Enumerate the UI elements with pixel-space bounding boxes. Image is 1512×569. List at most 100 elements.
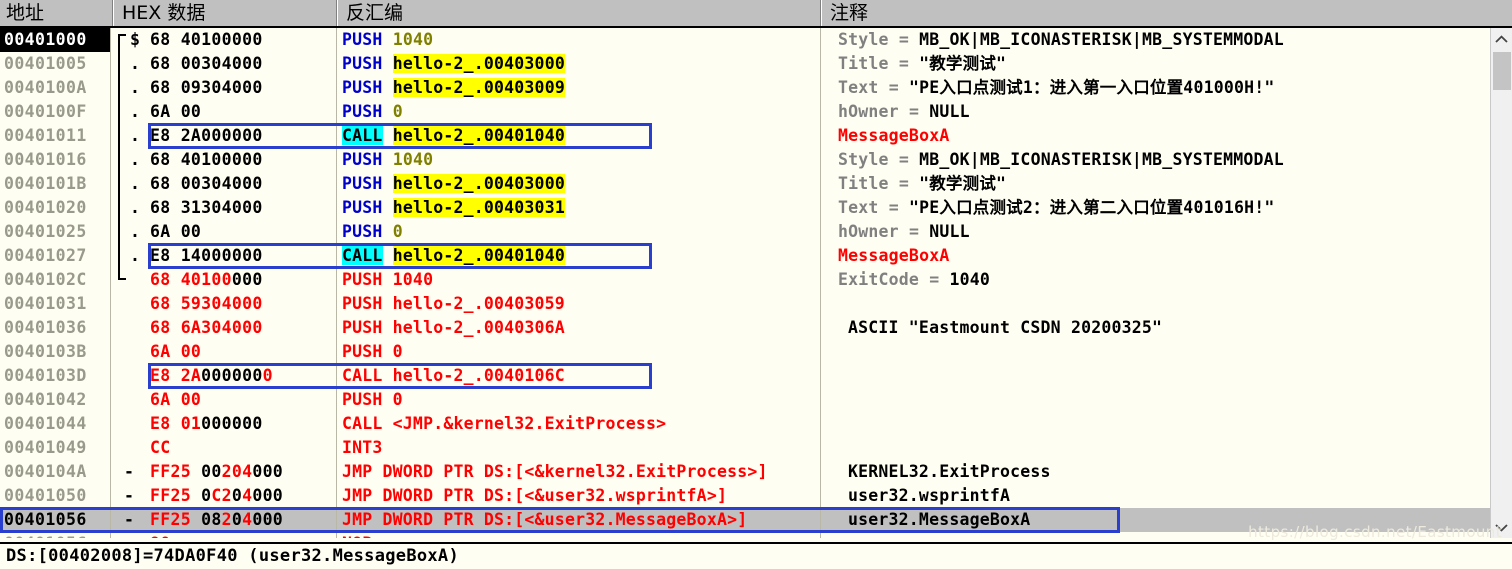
row-divider-2 <box>336 484 337 508</box>
scroll-up-button[interactable] <box>1491 28 1512 50</box>
column-header-hex[interactable]: HEX 数据 <box>116 0 336 26</box>
table-row[interactable]: 0040100F . 6A 00 PUSH 0 hOwner = NULL <box>0 100 1490 124</box>
row-address: 0040101B <box>4 174 87 193</box>
row-divider-1 <box>110 244 111 268</box>
row-divider-2 <box>336 148 337 172</box>
row-address: 00401016 <box>4 150 87 169</box>
row-divider-1 <box>110 268 111 292</box>
row-comment: hOwner = NULL <box>838 222 970 241</box>
row-disassembly: JMP DWORD PTR DS:[<&user32.MessageBoxA>] <box>342 510 748 529</box>
row-divider-2 <box>336 172 337 196</box>
row-hex: 68 09304000 <box>150 78 263 97</box>
row-divider-1 <box>110 388 111 412</box>
row-hex: 6A 00 <box>150 390 202 409</box>
row-divider-2 <box>336 388 337 412</box>
row-divider-1 <box>110 508 111 532</box>
row-divider-3 <box>820 220 821 244</box>
row-divider-2 <box>336 124 337 148</box>
table-row[interactable]: 00401025 . 6A 00 PUSH 0 hOwner = NULL <box>0 220 1490 244</box>
row-disassembly: PUSH 1040 <box>342 30 434 49</box>
row-divider-3 <box>820 412 821 436</box>
row-divider-3 <box>820 148 821 172</box>
row-divider-1 <box>110 100 111 124</box>
row-comment <box>838 364 1488 388</box>
row-divider-3 <box>820 532 821 538</box>
row-divider-2 <box>336 244 337 268</box>
table-row[interactable]: 0040101B . 68 00304000 PUSH hello-2_.004… <box>0 172 1490 196</box>
row-disassembly: CALL hello-2_.00401040 <box>342 126 565 145</box>
table-row[interactable]: 0040103B 6A 00 PUSH 0 <box>0 340 1490 364</box>
row-divider-2 <box>336 292 337 316</box>
table-row[interactable]: 00401049 CC INT3 <box>0 436 1490 460</box>
scrollbar-thumb[interactable] <box>1493 52 1511 90</box>
row-comment: Text = "PE入口点测试2：进入第二入口位置401016H!" <box>838 198 1275 217</box>
row-divider-1 <box>110 460 111 484</box>
header-separator-1[interactable] <box>112 0 114 26</box>
column-header-disassembly[interactable]: 反汇编 <box>340 0 820 26</box>
vertical-scrollbar[interactable] <box>1490 28 1512 538</box>
row-divider-3 <box>820 244 821 268</box>
table-row[interactable]: 0040102C 68 40100000 PUSH 1040 ExitCode … <box>0 268 1490 292</box>
column-header-comment[interactable]: 注释 <box>824 0 1490 26</box>
row-divider-3 <box>820 28 821 52</box>
row-divider-2 <box>336 220 337 244</box>
row-disassembly: CALL hello-2_.0040106C <box>342 366 565 385</box>
table-row[interactable]: 00401020 . 68 31304000 PUSH hello-2_.004… <box>0 196 1490 220</box>
table-row[interactable]: 00401005 . 68 00304000 PUSH hello-2_.004… <box>0 52 1490 76</box>
row-divider-2 <box>336 316 337 340</box>
row-comment <box>838 340 1488 364</box>
row-divider-3 <box>820 52 821 76</box>
row-divider-3 <box>820 340 821 364</box>
row-address: 00401020 <box>4 198 87 217</box>
row-address: 0040102C <box>4 270 87 289</box>
header-separator-3[interactable] <box>820 0 822 26</box>
row-disassembly: INT3 <box>342 438 383 457</box>
row-disassembly: PUSH hello-2_.00403009 <box>342 78 565 97</box>
row-hex: 68 59304000 <box>150 294 263 313</box>
table-row[interactable]: 00401027 . E8 14000000 CALL hello-2_.004… <box>0 244 1490 268</box>
status-bar: DS:[00402008]=74DA0F40 (user32.MessageBo… <box>0 542 1512 569</box>
table-row[interactable]: 0040103D E8 2A0000000 CALL hello-2_.0040… <box>0 364 1490 388</box>
row-disassembly: PUSH hello-2_.0040306A <box>342 318 565 337</box>
row-hex: 68 40100000 <box>150 30 263 49</box>
table-row[interactable]: 00401031 68 59304000 PUSH hello-2_.00403… <box>0 292 1490 316</box>
row-hex: E8 14000000 <box>150 246 263 265</box>
disassembly-list[interactable]: 00401000 $ 68 40100000 PUSH 1040 Style =… <box>0 28 1490 538</box>
row-comment <box>838 412 1488 436</box>
row-divider-1 <box>110 412 111 436</box>
row-divider-1 <box>110 436 111 460</box>
row-address: 0040104A <box>4 462 87 481</box>
table-row[interactable]: 00401036 68 6A304000 PUSH hello-2_.00403… <box>0 316 1490 340</box>
table-row[interactable]: 00401044 E8 01000000 CALL <JMP.&kernel32… <box>0 412 1490 436</box>
row-disassembly: NOP <box>342 532 816 538</box>
table-row[interactable]: 00401016 . 68 40100000 PUSH 1040 Style =… <box>0 148 1490 172</box>
header-separator-2[interactable] <box>336 0 338 26</box>
row-disassembly: PUSH hello-2_.00403031 <box>342 198 565 217</box>
row-divider-2 <box>336 52 337 76</box>
column-header-address[interactable]: 地址 <box>0 0 112 26</box>
row-address: 00401042 <box>4 390 87 409</box>
row-address: 00401005 <box>4 54 87 73</box>
row-divider-3 <box>820 436 821 460</box>
row-comment: Title = "教学测试" <box>838 174 1007 193</box>
row-disassembly: PUSH 0 <box>342 342 403 361</box>
row-divider-3 <box>820 484 821 508</box>
column-header-bar: 地址 HEX 数据 反汇编 注释 <box>0 0 1512 28</box>
row-hex: 68 00304000 <box>150 174 263 193</box>
row-disassembly: PUSH hello-2_.00403000 <box>342 54 565 73</box>
row-hex: CC <box>150 438 171 457</box>
row-divider-3 <box>820 268 821 292</box>
row-divider-1 <box>110 364 111 388</box>
row-address: 00401031 <box>4 294 87 313</box>
row-divider-3 <box>820 76 821 100</box>
table-row[interactable]: 0040104A - FF25 00204000 JMP DWORD PTR D… <box>0 460 1490 484</box>
row-disassembly: JMP DWORD PTR DS:[<&kernel32.ExitProcess… <box>342 462 768 481</box>
table-row[interactable]: 00401011 . E8 2A000000 CALL hello-2_.004… <box>0 124 1490 148</box>
row-divider-1 <box>110 148 111 172</box>
row-divider-1 <box>110 196 111 220</box>
table-row[interactable]: 00401000 $ 68 40100000 PUSH 1040 Style =… <box>0 28 1490 52</box>
table-row[interactable]: 00401042 6A 00 PUSH 0 <box>0 388 1490 412</box>
table-row[interactable]: 00401050 - FF25 0C204000 JMP DWORD PTR D… <box>0 484 1490 508</box>
row-address: 00401056 <box>4 510 87 529</box>
table-row[interactable]: 0040100A . 68 09304000 PUSH hello-2_.004… <box>0 76 1490 100</box>
